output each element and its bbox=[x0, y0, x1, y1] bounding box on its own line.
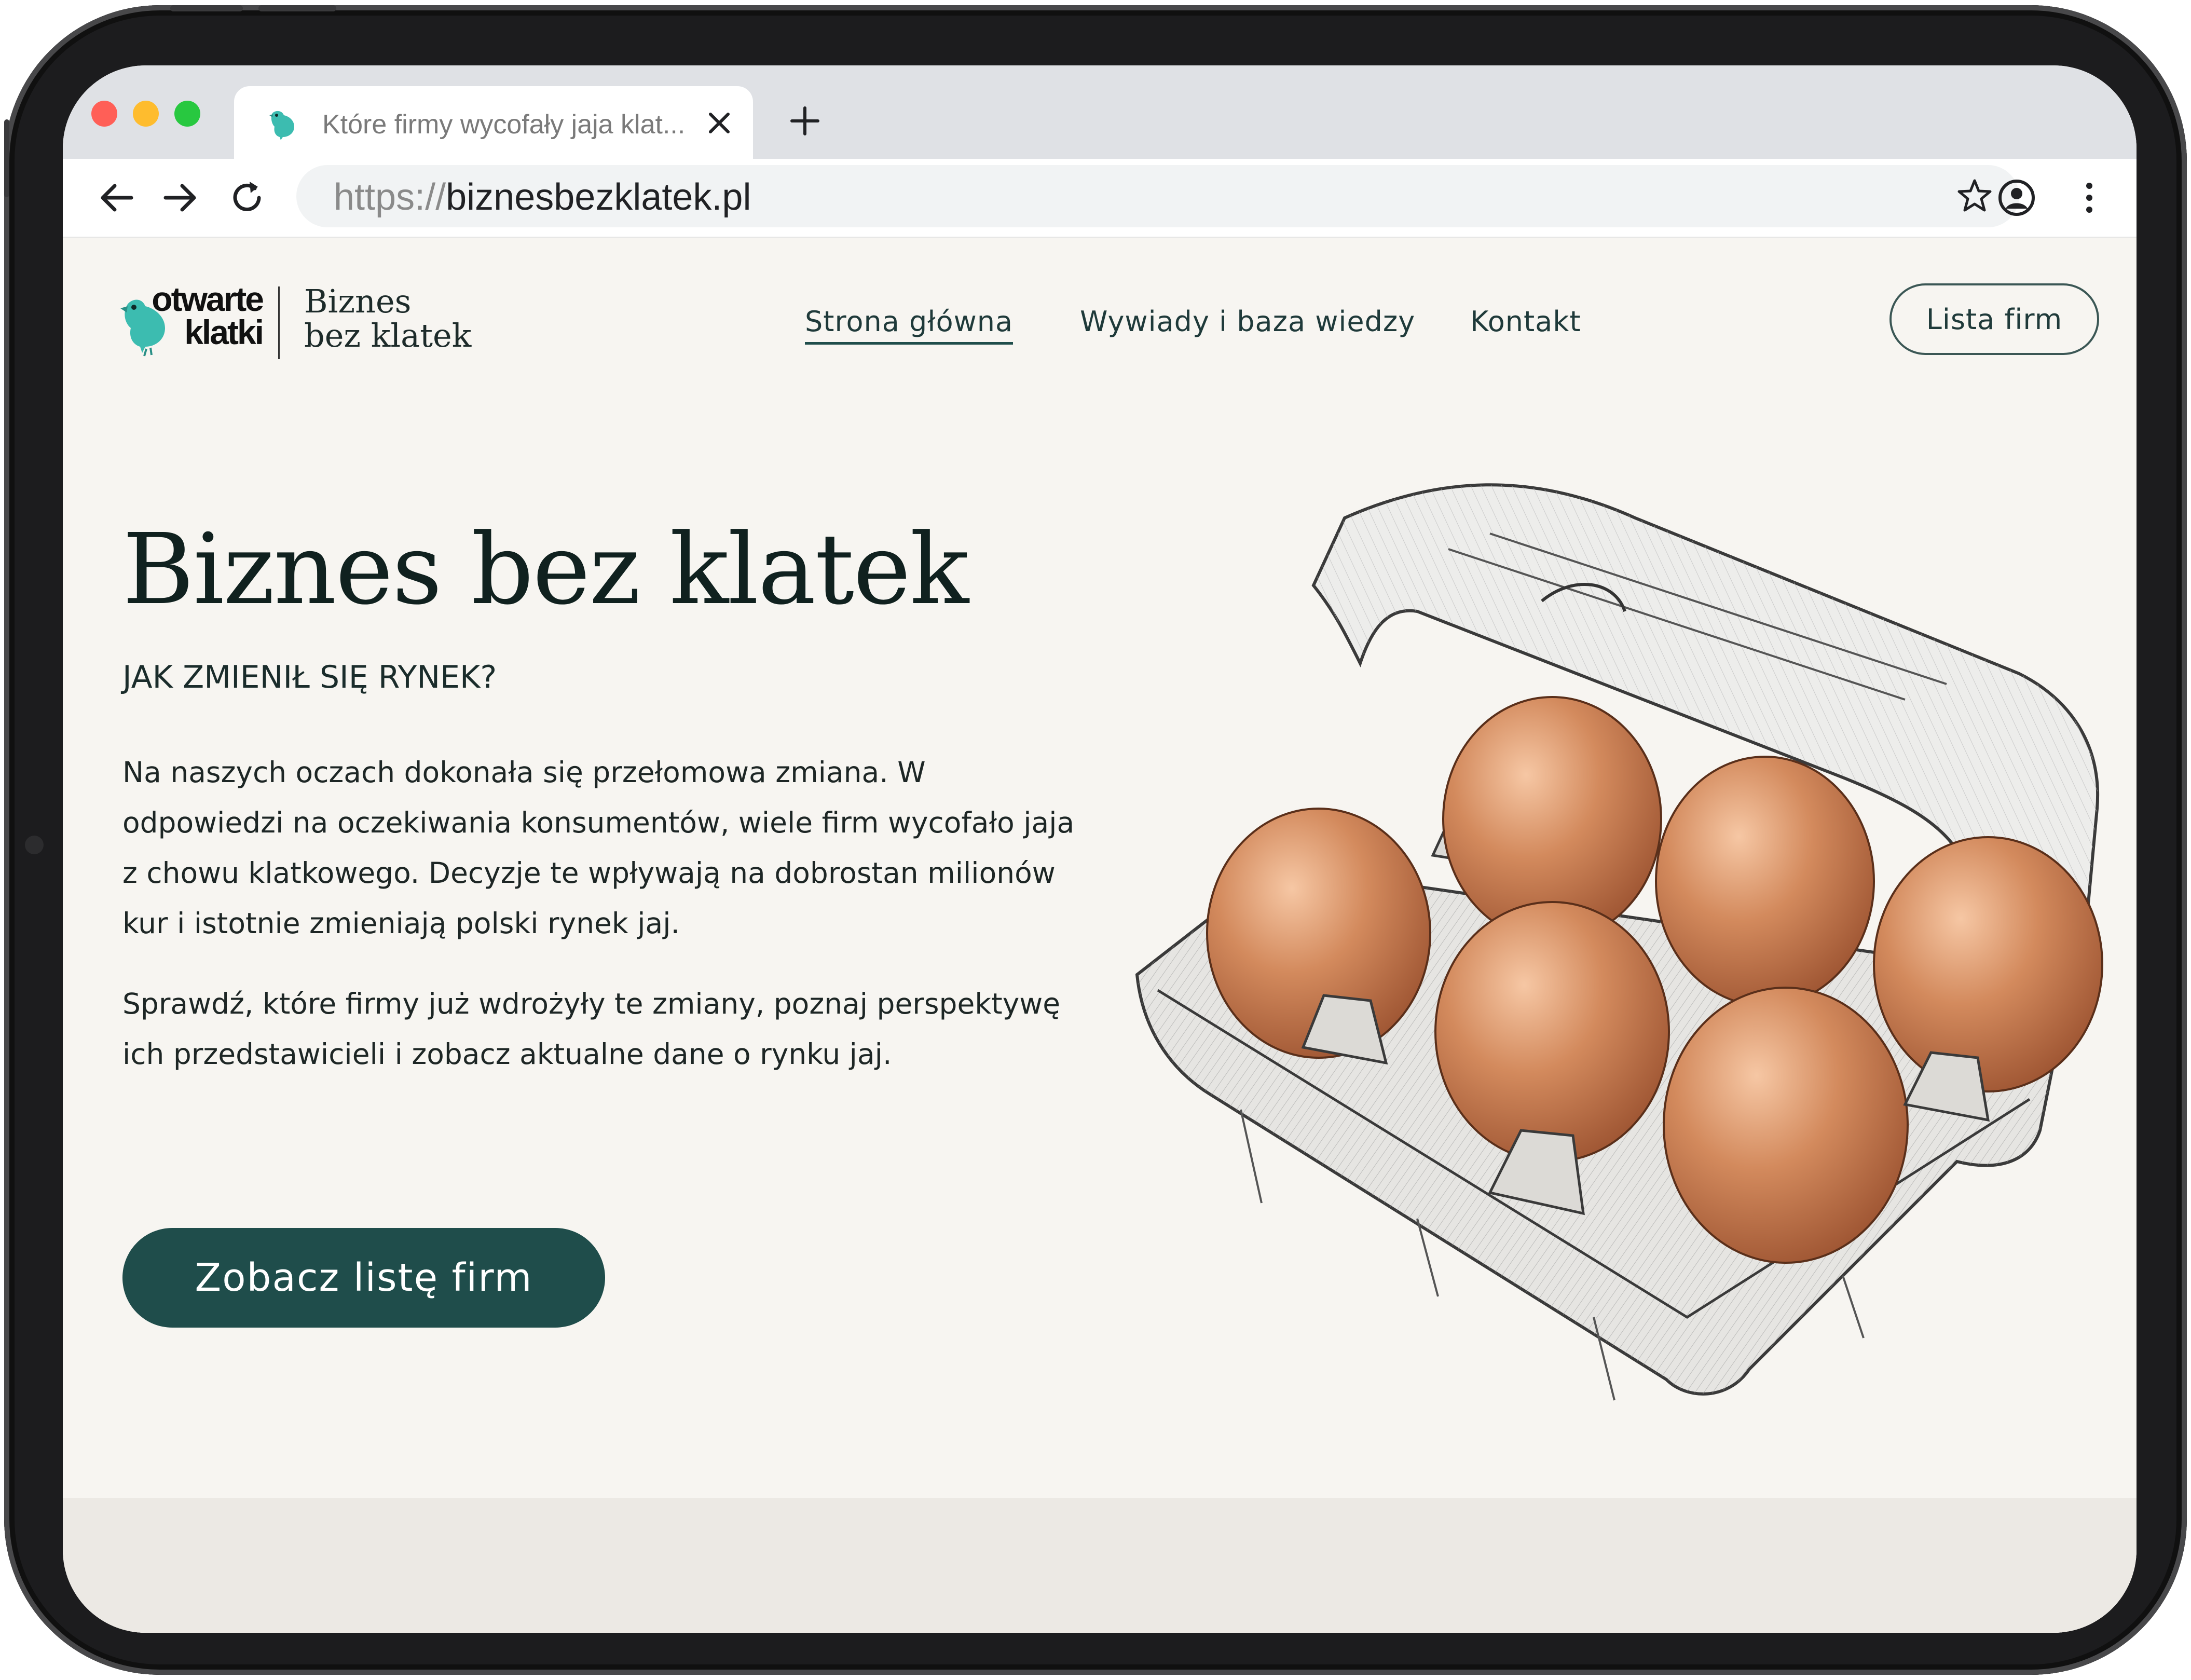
hero-paragraph-1: Na naszych oczach dokonała się przełomow… bbox=[122, 756, 1075, 940]
window-controls bbox=[91, 101, 200, 127]
next-section-background bbox=[63, 1498, 2137, 1633]
close-window-button[interactable] bbox=[91, 101, 117, 127]
logo-divider bbox=[278, 286, 280, 359]
hardware-button bbox=[4, 119, 9, 197]
browser-toolbar: https://biznesbezklatek.pl bbox=[63, 159, 2137, 238]
logo-wordmark: otwarte klatki bbox=[148, 280, 264, 351]
reload-icon[interactable] bbox=[224, 174, 270, 221]
egg-carton-illustration bbox=[1135, 483, 2103, 1401]
screen: Które firmy wycofały jaja klat... https:… bbox=[63, 65, 2137, 1633]
new-tab-plus-icon[interactable] bbox=[787, 103, 823, 139]
minimize-window-button[interactable] bbox=[133, 101, 159, 127]
url-text: https://biznesbezklatek.pl bbox=[334, 177, 751, 217]
url-protocol: https:// bbox=[334, 176, 446, 218]
logo-word-bottom: klatki bbox=[184, 313, 264, 351]
browser-tab-bar: Które firmy wycofały jaja klat... bbox=[63, 65, 2137, 159]
nav-link-home[interactable]: Strona główna bbox=[805, 305, 1014, 345]
bookmark-star-icon[interactable] bbox=[1955, 176, 1994, 216]
logo-title-line-1: Biznes bbox=[304, 282, 412, 320]
browser-tab-active[interactable]: Które firmy wycofały jaja klat... bbox=[234, 86, 753, 159]
more-menu-icon[interactable] bbox=[2066, 174, 2113, 221]
hardware-button bbox=[170, 5, 243, 11]
tablet-frame: Które firmy wycofały jaja klat... https:… bbox=[4, 5, 2187, 1675]
hero-paragraph-2: Sprawdź, które firmy już wdrożyły te zmi… bbox=[122, 987, 1061, 1071]
bird-favicon-icon bbox=[269, 111, 294, 140]
logo-site-title: Biznes bez klatek bbox=[304, 284, 471, 353]
nav-link-contact[interactable]: Kontakt bbox=[1470, 305, 1581, 338]
profile-icon[interactable] bbox=[1993, 174, 2040, 221]
front-camera bbox=[25, 836, 44, 854]
logo-word-top: otwarte bbox=[152, 280, 264, 318]
maximize-window-button[interactable] bbox=[174, 101, 200, 127]
see-company-list-button[interactable]: Zobacz listę firm bbox=[122, 1228, 605, 1328]
hero-subtitle: JAK ZMIENIŁ SIĘ RYNEK? bbox=[122, 659, 497, 695]
hero-title: Biznes bez klatek bbox=[122, 513, 969, 626]
tab-title: Które firmy wycofały jaja klat... bbox=[322, 110, 686, 140]
company-list-button[interactable]: Lista firm bbox=[1889, 283, 2099, 355]
web-page: otwarte klatki Biznes bez klatek Strona … bbox=[63, 238, 2137, 1633]
url-domain: biznesbezklatek.pl bbox=[446, 176, 751, 218]
forward-arrow-icon[interactable] bbox=[156, 174, 203, 221]
nav-link-interviews[interactable]: Wywiady i baza wiedzy bbox=[1080, 305, 1415, 338]
back-arrow-icon[interactable] bbox=[94, 174, 141, 221]
site-logo[interactable]: otwarte klatki Biznes bez klatek bbox=[117, 279, 491, 373]
logo-title-line-2: bez klatek bbox=[304, 317, 472, 354]
close-tab-icon[interactable] bbox=[701, 105, 737, 141]
hardware-button bbox=[258, 5, 336, 11]
address-bar[interactable]: https://biznesbezklatek.pl bbox=[296, 165, 2019, 227]
